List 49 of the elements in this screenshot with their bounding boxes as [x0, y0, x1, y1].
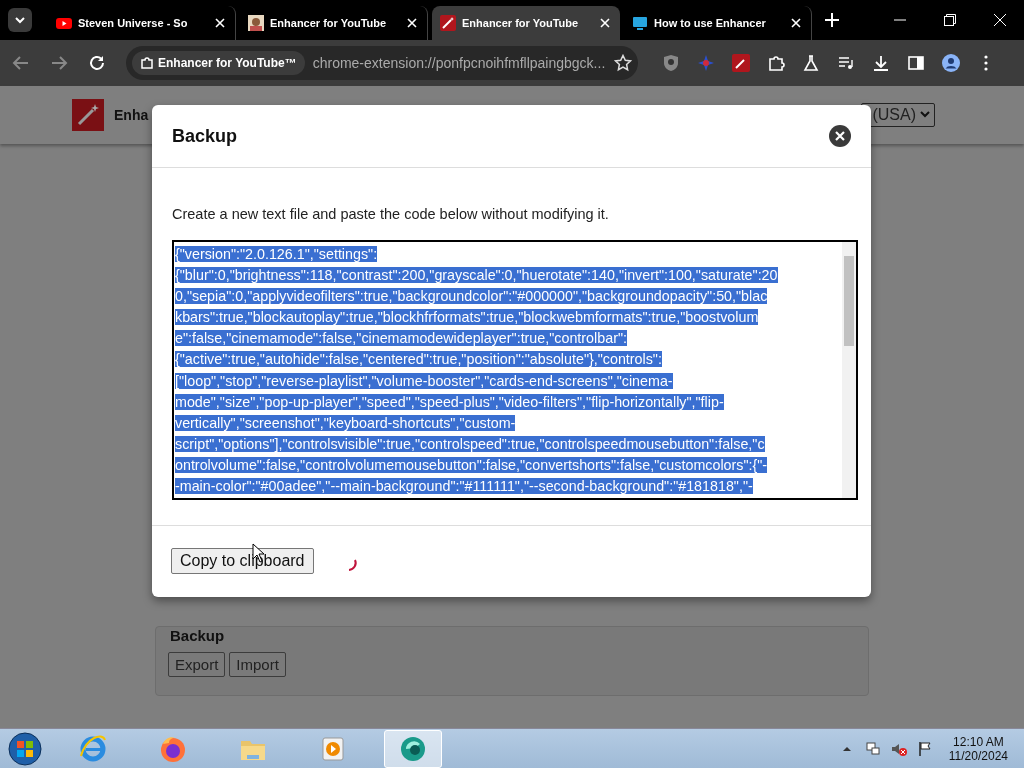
video-play-icon: [56, 15, 72, 31]
close-icon[interactable]: [789, 16, 803, 30]
tab-search-button[interactable]: [8, 8, 32, 32]
volume-muted-icon[interactable]: [890, 741, 907, 757]
sphere-icon[interactable]: [398, 734, 428, 764]
monitor-icon: [632, 15, 648, 31]
forward-icon[interactable]: [50, 54, 68, 72]
reload-icon[interactable]: [88, 54, 106, 72]
close-icon[interactable]: [994, 14, 1006, 26]
code-field[interactable]: {"version":"2.0.126.1","settings": {"blur":0,"brightness":118,"contrast":200,"grayscale":0,"huerotate":140,"invert":100,"saturate":20 0,"sepia":0,"applyvideofilters":true,"backgroundcolor":"#000000","backgroundopacity":50,"blac kbars":true,"blockautoplay":true,"blockhfrformats":true,"blockwebmformats":true,"boostvolum e":false,"cinemamode":false,"cinemamodewideplayer":true,"controlbar": {"active":true,"autohide":false,"centered":true,"position":"absolute"},"controls": ["loop","stop","reverse-playlist","volume-booster","cards-end-screens","cinema- mode","size","pop-up-player","speed","speed-plus","video-filters","flip-horizontally","flip- vertically","screenshot","keyboard-shortcuts","custom- script","options"],"controlsvisible":true,"controlspeed":true,"controlspeedmousebutton":false,"c ontrolvolume":false,"controlvolumemousebutton":false,"convertshorts":false,"customcolors":{"- -main-color":"#00adee","--main-background":"#111111","--second-background":"#181818","-: [172, 240, 858, 500]
close-icon[interactable]: [829, 125, 851, 147]
close-icon[interactable]: [405, 16, 419, 30]
star-icon[interactable]: [614, 54, 632, 72]
section-button[interactable]: Export: [168, 652, 226, 677]
page-title: Enha: [114, 107, 149, 123]
side-panel-icon[interactable]: [907, 54, 925, 72]
taskbar-button[interactable]: [384, 730, 442, 768]
download-icon[interactable]: [872, 54, 890, 72]
section-button[interactable]: Import: [229, 652, 286, 677]
new-tab-icon[interactable]: [824, 12, 840, 28]
address-bar[interactable]: Enhancer for YouTube™ chrome-extension://ponfpcnoihfmfllpaingbgck...: [126, 46, 638, 80]
media-queue-icon[interactable]: [837, 54, 855, 72]
copy-button[interactable]: Copy to clipboard: [171, 548, 314, 574]
thumbnail-icon: [248, 15, 264, 31]
shield-icon[interactable]: [662, 54, 680, 72]
start-orb-icon[interactable]: [8, 732, 42, 766]
dialog-description: Create a new text file and paste the code below without modifying it.: [172, 206, 610, 222]
fox-globe-icon[interactable]: [158, 734, 188, 764]
site-chip[interactable]: Enhancer for YouTube™: [132, 51, 305, 75]
extensions-icon[interactable]: [767, 54, 785, 72]
taskbar-clock[interactable]: 12:10 AM 11/20/2024: [948, 735, 1008, 763]
close-icon[interactable]: [213, 16, 227, 30]
restore-icon[interactable]: [944, 14, 956, 26]
magic-wand-icon: [440, 15, 456, 31]
network-icon[interactable]: [864, 741, 881, 757]
flask-icon[interactable]: [802, 54, 820, 72]
close-icon[interactable]: [598, 16, 612, 30]
browser-tab[interactable]: Enhancer for YouTube: [432, 6, 620, 40]
caret-icon[interactable]: [15, 15, 25, 25]
magic-wand-logo-icon: [72, 99, 104, 131]
extension-icon: [140, 56, 154, 70]
puzzle-star-icon[interactable]: [697, 54, 715, 72]
section-legend: Backup: [170, 627, 225, 644]
magic-wand-icon[interactable]: [732, 54, 750, 72]
profile-avatar-icon[interactable]: [942, 54, 960, 72]
back-icon[interactable]: [12, 54, 30, 72]
dialog-title: Backup: [172, 125, 239, 147]
flag-icon[interactable]: [916, 741, 933, 757]
caret-icon[interactable]: [920, 111, 930, 119]
